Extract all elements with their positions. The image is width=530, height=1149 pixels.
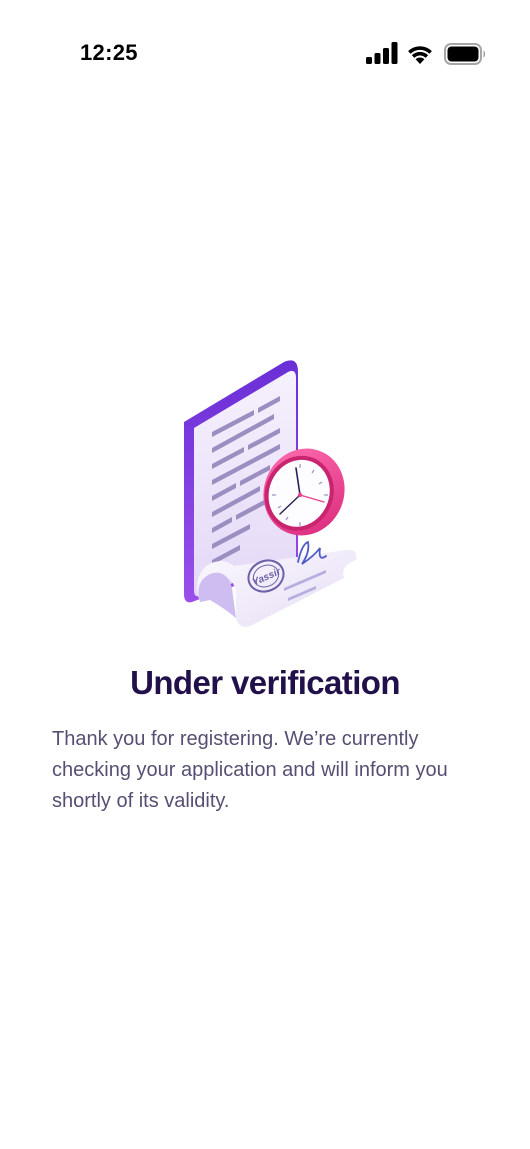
status-time: 12:25 xyxy=(80,40,138,65)
status-icons xyxy=(362,42,492,70)
verification-screen: 12:25 Yassir Under verification Thank yo… xyxy=(0,0,530,1149)
battery-icon xyxy=(444,43,486,70)
verification-description: Thank you for registering. We’re current… xyxy=(52,728,448,812)
document-clock-illustration: Yassir xyxy=(170,352,370,636)
status-bar: 12:25 xyxy=(0,0,530,100)
wifi-icon xyxy=(406,41,434,69)
cellular-signal-icon xyxy=(366,42,398,69)
page-title: Under verification xyxy=(130,664,400,701)
